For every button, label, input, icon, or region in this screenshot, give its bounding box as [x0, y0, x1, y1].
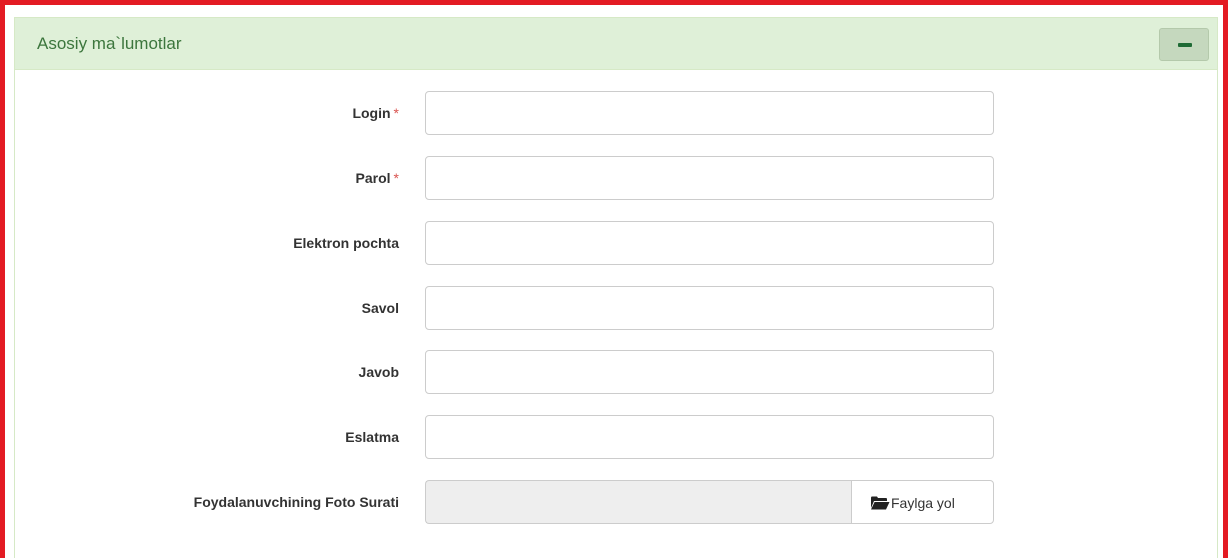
email-input[interactable]: [425, 221, 994, 265]
form-row-login: Login *: [15, 91, 1217, 135]
login-input[interactable]: [425, 91, 994, 135]
required-marker: *: [393, 105, 399, 121]
eslatma-input[interactable]: [425, 415, 994, 459]
savol-label: Savol: [361, 300, 399, 316]
form-row-email: Elektron pochta: [15, 221, 1217, 265]
parol-label: Parol *: [355, 170, 399, 186]
form-row-eslatma: Eslatma: [15, 415, 1217, 459]
photo-label: Foydalanuvchining Foto Surati: [193, 494, 399, 510]
form-row-javob: Javob: [15, 350, 1217, 394]
email-label: Elektron pochta: [293, 235, 399, 251]
required-marker: *: [393, 170, 399, 186]
javob-label: Javob: [358, 364, 399, 380]
javob-input[interactable]: [425, 350, 994, 394]
form-row-savol: Savol: [15, 286, 1217, 330]
panel-title: Asosiy ma`lumotlar: [37, 34, 182, 53]
collapse-button[interactable]: [1159, 28, 1209, 61]
panel-heading: Asosiy ma`lumotlar: [15, 18, 1217, 70]
eslatma-label: Eslatma: [345, 429, 399, 445]
savol-input[interactable]: [425, 286, 994, 330]
photo-file-path-field[interactable]: [425, 480, 851, 524]
parol-input[interactable]: [425, 156, 994, 200]
form-row-photo: Foydalanuvchining Foto Surati Faylga yol: [15, 480, 1217, 524]
browse-file-button[interactable]: Faylga yol: [851, 480, 994, 524]
folder-open-icon: [871, 496, 890, 510]
minus-icon: [1178, 43, 1192, 47]
main-info-panel: Asosiy ma`lumotlar Login * Parol * Elektro…: [14, 17, 1218, 558]
browse-file-label: Faylga yol: [891, 495, 955, 511]
login-label: Login *: [352, 105, 399, 121]
form-row-parol: Parol *: [15, 156, 1217, 200]
